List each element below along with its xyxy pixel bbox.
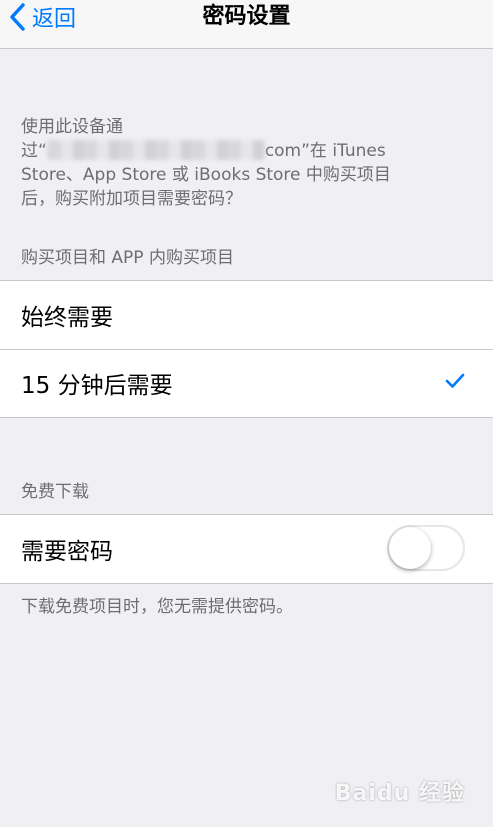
checkmark-icon xyxy=(445,373,465,388)
redacted-account xyxy=(46,140,265,160)
description-line-1: 使用此设备通 xyxy=(21,117,123,137)
description-text: 使用此设备通 过“ com”在 iTunes Store、App Store 或 … xyxy=(21,115,451,211)
option-require-after-15-minutes[interactable]: 15 分钟后需要 xyxy=(0,349,493,417)
require-password-label: 需要密码 xyxy=(21,539,113,565)
description-line-2-suffix: com”在 iTunes xyxy=(264,141,386,161)
require-password-row: 需要密码 xyxy=(0,515,493,583)
description-line-2: 过“ com”在 iTunes xyxy=(21,139,451,163)
toggle-knob xyxy=(389,527,431,569)
watermark-logo: Baidu 经验 xyxy=(334,781,465,806)
purchase-section-header: 购买项目和 APP 内购买项目 xyxy=(21,248,234,268)
free-downloads-group: 需要密码 xyxy=(0,514,493,584)
description-line-4: 后，购买附加项目需要密码？ xyxy=(21,189,242,209)
page-title: 密码设置 xyxy=(202,4,291,29)
free-downloads-footer: 下载免费项目时，您无需提供密码。 xyxy=(21,597,293,617)
option-label: 始终需要 xyxy=(21,305,113,331)
option-label: 15 分钟后需要 xyxy=(21,373,173,399)
free-downloads-section-header: 免费下载 xyxy=(21,482,89,502)
description-line-3: Store、App Store 或 iBooks Store 中购买项目 xyxy=(21,165,391,185)
option-always-require[interactable]: 始终需要 xyxy=(0,281,493,349)
purchase-options-group: 始终需要 15 分钟后需要 xyxy=(0,280,493,418)
require-password-toggle[interactable] xyxy=(387,525,465,571)
navigation-bar: 返回 密码设置 xyxy=(0,0,493,49)
description-line-2-prefix: 过“ xyxy=(21,141,47,161)
